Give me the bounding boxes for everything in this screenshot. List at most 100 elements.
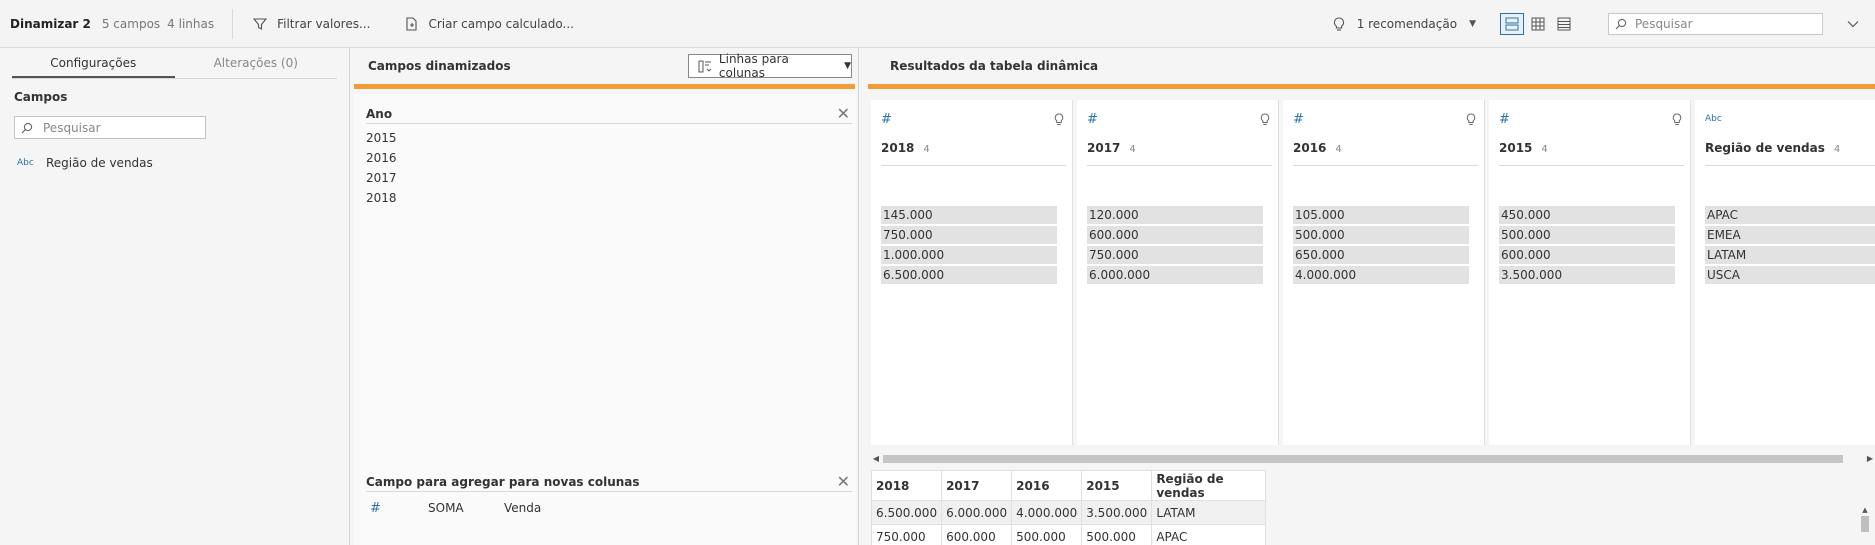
number-type-icon: # — [1293, 111, 1304, 127]
pivot-results-title: Resultados da tabela dinâmica — [890, 59, 1099, 73]
aggregate-row[interactable]: # SOMA Venda — [366, 496, 852, 520]
card-field-name: 2017 — [1087, 141, 1121, 155]
toolbar: Dinamizar 2 5 campos 4 linhas Filtrar va… — [0, 0, 1875, 48]
collapse-chevron-icon[interactable] — [1847, 17, 1859, 31]
filter-values-button[interactable]: Filtrar valores... — [253, 17, 370, 31]
card-value[interactable]: 1.000.000 — [881, 246, 1057, 264]
grid-header[interactable]: 2018 — [870, 470, 943, 501]
table-row[interactable]: 6.500.000 6.000.000 4.000.000 3.500.000 … — [870, 500, 1267, 525]
pivot-value-item[interactable]: 2017 — [366, 168, 852, 188]
card-value[interactable]: 650.000 — [1293, 246, 1469, 264]
card-value[interactable]: USCA — [1705, 266, 1875, 284]
card-value[interactable]: 750.000 — [881, 226, 1057, 244]
tab-configuracoes[interactable]: Configurações — [12, 48, 175, 78]
horizontal-scrollbar[interactable]: ◀ ▶ — [871, 454, 1875, 463]
card-values: 120.000 600.000 750.000 6.000.000 — [1087, 206, 1278, 284]
card-value[interactable]: 500.000 — [1293, 226, 1469, 244]
profile-card-2017[interactable]: # 2017 4 120.000 600.000 750.000 6.000.00… — [1077, 100, 1279, 445]
profile-card-2016[interactable]: # 2016 4 105.000 500.000 650.000 4.000.00… — [1283, 100, 1485, 445]
grid-header[interactable]: Região de vendas — [1151, 470, 1267, 501]
lightbulb-icon[interactable] — [1672, 112, 1682, 126]
pivoted-fields-title: Campos dinamizados — [368, 59, 511, 73]
grid-header[interactable]: 2017 — [941, 470, 1013, 501]
vertical-scrollbar[interactable]: ▲ — [1861, 506, 1869, 542]
card-value[interactable]: 3.500.000 — [1499, 266, 1675, 284]
pivot-mode-dropdown[interactable]: Linhas para colunas ▼ — [688, 52, 852, 80]
grid-header[interactable]: 2016 — [1011, 470, 1083, 501]
card-value[interactable]: 750.000 — [1087, 246, 1263, 264]
card-value[interactable]: LATAM — [1705, 246, 1875, 264]
profile-card-2018[interactable]: # 2018 4 145.000 750.000 1.000.000 6.500.… — [871, 100, 1073, 445]
number-type-icon: # — [881, 111, 892, 127]
field-item-regiao-de-vendas[interactable]: Abc Região de vendas — [17, 156, 349, 170]
pivot-results-panel: Resultados da tabela dinâmica # 2018 4 14… — [862, 48, 1875, 545]
data-grid: 2018 2017 2016 2015 Região de vendas 6.5… — [870, 470, 1267, 545]
recommendation-dropdown[interactable]: 1 recomendação ▼ — [1333, 16, 1476, 32]
create-calculated-field-button[interactable]: Criar campo calculado... — [404, 17, 574, 31]
card-value[interactable]: 500.000 — [1499, 226, 1675, 244]
card-value[interactable]: 6.000.000 — [1087, 266, 1263, 284]
card-value[interactable]: 600.000 — [1499, 246, 1675, 264]
card-value[interactable]: 145.000 — [881, 206, 1057, 224]
scrollbar-thumb[interactable] — [883, 454, 1843, 463]
scroll-up-icon[interactable]: ▲ — [1861, 506, 1869, 514]
remove-aggregate-close-icon[interactable]: ✕ — [837, 473, 852, 490]
grid-cell: 4.000.000 — [1011, 500, 1083, 525]
list-view-button[interactable] — [1552, 13, 1576, 35]
table-view-button[interactable] — [1526, 13, 1550, 35]
profile-card-2015[interactable]: # 2015 4 450.000 500.000 600.000 3.500.00… — [1489, 100, 1691, 445]
aggregate-function[interactable]: SOMA — [428, 501, 504, 515]
string-type-icon: Abc — [17, 158, 34, 168]
card-value[interactable]: 6.500.000 — [881, 266, 1057, 284]
filter-icon — [253, 17, 268, 30]
grid-cell: 6.500.000 — [870, 500, 943, 525]
card-distinct-count: 4 — [923, 144, 930, 155]
card-value[interactable]: EMEA — [1705, 226, 1875, 244]
field-name: Região de vendas — [46, 156, 153, 170]
card-view-button[interactable] — [1500, 13, 1524, 35]
fields-search-input[interactable]: Pesquisar — [14, 116, 206, 139]
chevron-down-icon: ▼ — [844, 61, 851, 71]
step-title: Dinamizar 2 — [10, 16, 91, 31]
card-values: APAC EMEA LATAM USCA — [1705, 206, 1875, 284]
calculated-field-icon — [406, 16, 417, 31]
aggregate-field-box[interactable]: Campo para agregar para novas colunas ✕ … — [366, 473, 852, 520]
card-values: 105.000 500.000 650.000 4.000.000 — [1293, 206, 1484, 284]
grid-header-row: 2018 2017 2016 2015 Região de vendas — [870, 470, 1267, 501]
card-value[interactable]: APAC — [1705, 206, 1875, 224]
pivot-value-item[interactable]: 2016 — [366, 148, 852, 168]
card-field-name: 2015 — [1499, 141, 1533, 155]
search-input[interactable]: Pesquisar — [1608, 13, 1823, 35]
card-value[interactable]: 105.000 — [1293, 206, 1469, 224]
chevron-down-icon: ▼ — [1469, 19, 1476, 29]
table-row[interactable]: 750.000 600.000 500.000 500.000 APAC — [870, 524, 1267, 545]
pivot-value-item[interactable]: 2018 — [366, 188, 852, 208]
table-view-icon — [1531, 17, 1545, 31]
grid-cell: 6.000.000 — [941, 500, 1013, 525]
rows-to-columns-icon — [698, 60, 712, 72]
lightbulb-icon[interactable] — [1260, 112, 1270, 126]
search-icon — [21, 122, 33, 133]
card-value[interactable]: 120.000 — [1087, 206, 1263, 224]
number-type-icon: # — [1087, 111, 1098, 127]
card-distinct-count: 4 — [1541, 144, 1548, 155]
card-distinct-count: 4 — [1335, 144, 1342, 155]
card-field-name: Região de vendas — [1705, 141, 1825, 155]
profile-card-regiao-de-vendas[interactable]: Abc Região de vendas 4 APAC EMEA LATAM US… — [1695, 100, 1875, 445]
lightbulb-icon[interactable] — [1054, 112, 1064, 126]
card-value[interactable]: 4.000.000 — [1293, 266, 1469, 284]
remove-pivot-field-close-icon[interactable]: ✕ — [837, 105, 852, 122]
pivoted-fields-panel: Campos dinamizados Linhas para colunas ▼… — [351, 48, 859, 545]
scrollbar-thumb[interactable] — [1861, 516, 1869, 532]
scroll-left-icon[interactable]: ◀ — [871, 454, 881, 463]
lightbulb-icon[interactable] — [1466, 112, 1476, 126]
grid-header[interactable]: 2015 — [1081, 470, 1153, 501]
pivot-field-name: Ano — [366, 106, 393, 121]
list-view-icon — [1557, 17, 1571, 31]
pivot-field-box[interactable]: Ano ✕ 2015 2016 2017 2018 — [366, 105, 852, 208]
card-value[interactable]: 600.000 — [1087, 226, 1263, 244]
tab-alteracoes[interactable]: Alterações (0) — [175, 48, 338, 78]
pivot-value-item[interactable]: 2015 — [366, 128, 852, 148]
scroll-right-icon[interactable]: ▶ — [1865, 454, 1875, 463]
card-value[interactable]: 450.000 — [1499, 206, 1675, 224]
